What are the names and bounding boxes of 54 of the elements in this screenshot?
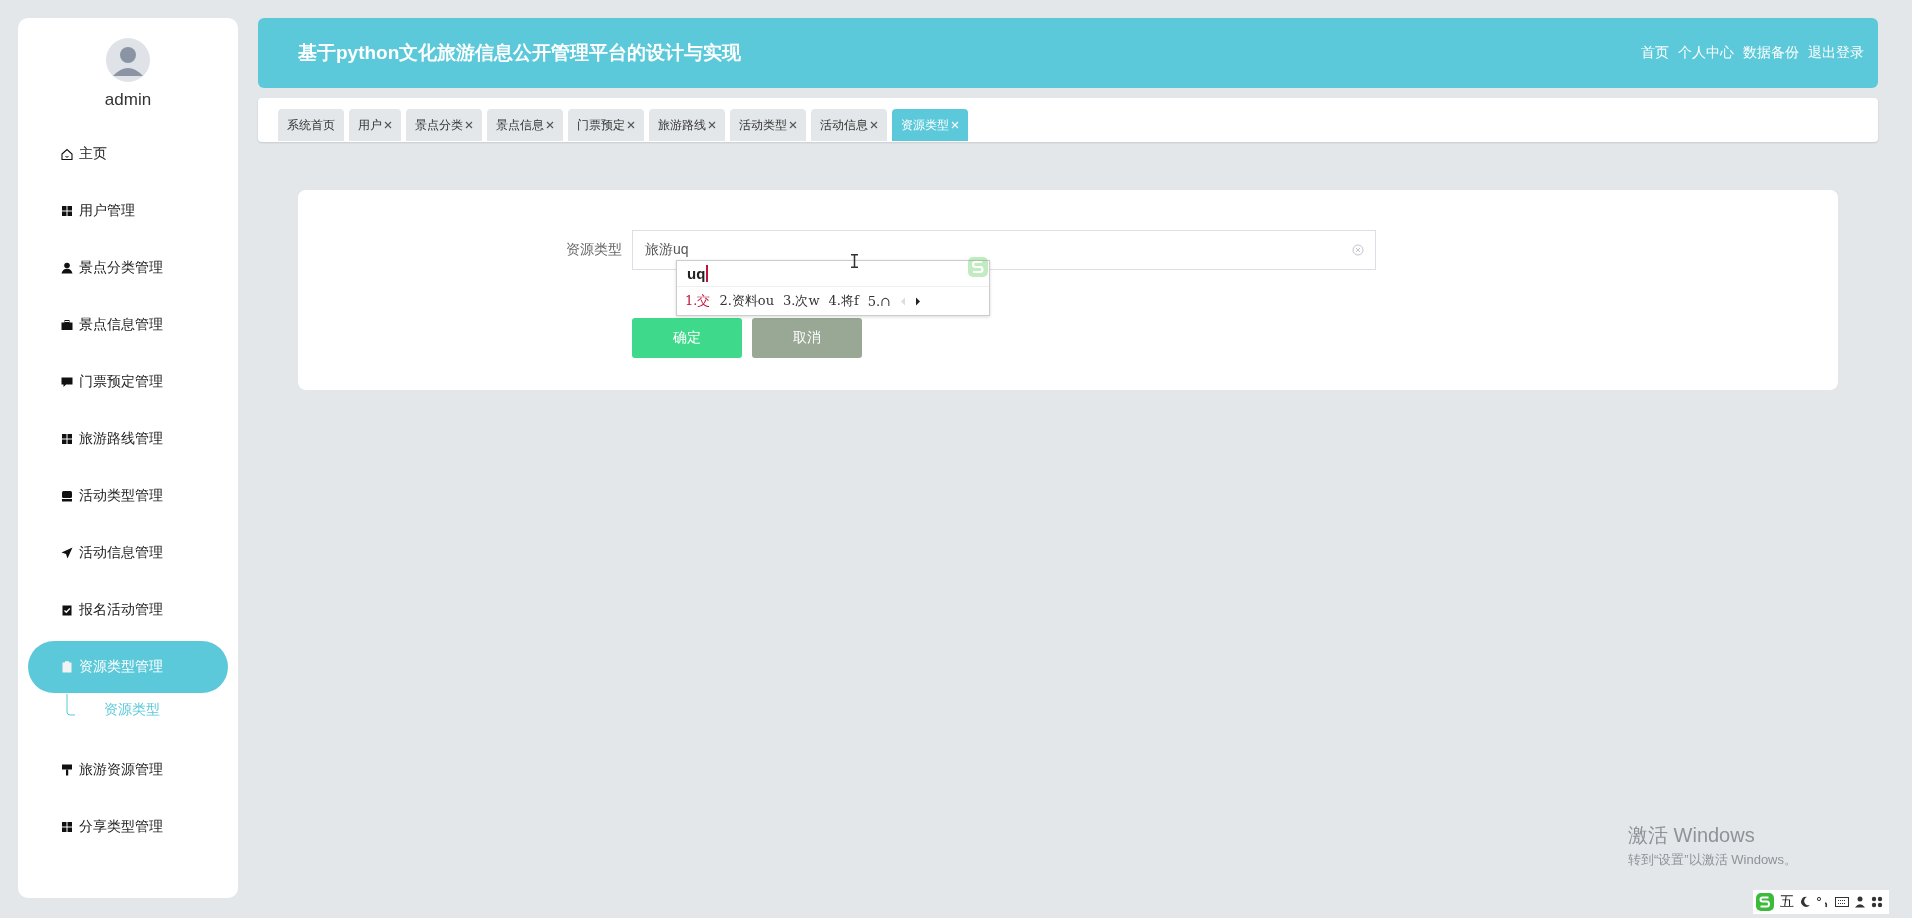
ime-candidate[interactable]: 2.资料ou xyxy=(719,292,774,310)
keyboard-icon xyxy=(1835,896,1849,908)
menu-item[interactable]: 旅游资源管理 xyxy=(28,744,228,796)
menu-item[interactable]: 活动信息管理 xyxy=(28,527,228,579)
ime-candidate[interactable]: 4.将f xyxy=(828,292,859,310)
avatar-icon xyxy=(106,38,150,82)
ime-candidate[interactable]: 5.∩ xyxy=(867,293,892,309)
briefcase-icon xyxy=(60,318,74,332)
home-icon xyxy=(60,147,74,161)
activation-text: 转到“设置”以激活 Windows。 xyxy=(1628,851,1797,869)
menu-item[interactable]: 门票预定管理 xyxy=(28,356,228,408)
menu-item[interactable]: 主页 xyxy=(28,128,228,180)
tree-line-icon xyxy=(66,694,76,716)
grid-icon xyxy=(1871,896,1883,908)
send-icon xyxy=(60,546,74,560)
clipboard-check-icon xyxy=(60,603,74,617)
tab[interactable]: 活动类型 xyxy=(730,109,806,141)
tab[interactable]: 用户 xyxy=(349,109,401,141)
punctuation-icon xyxy=(1816,896,1830,908)
ime-candidate[interactable]: 1.交 xyxy=(685,292,711,310)
arrow-right-icon xyxy=(915,296,922,306)
person-icon xyxy=(1854,896,1866,908)
menu-item[interactable]: 分享类型管理 xyxy=(28,801,228,853)
tab[interactable]: 景点信息 xyxy=(487,109,563,141)
ime-candidate[interactable]: 3.次w xyxy=(783,292,820,310)
menu-item[interactable]: 报名活动管理 xyxy=(28,584,228,636)
grid-icon xyxy=(60,820,74,834)
tab[interactable]: 旅游路线 xyxy=(649,109,725,141)
ime-mode[interactable]: 五 xyxy=(1780,893,1794,911)
app-title: 基于python文化旅游信息公开管理平台的设计与实现 xyxy=(298,41,742,65)
menu-item[interactable]: 景点信息管理 xyxy=(28,299,228,351)
grid-icon xyxy=(60,204,74,218)
tab[interactable]: 活动信息 xyxy=(811,109,887,141)
clear-icon xyxy=(1352,244,1364,256)
person-icon xyxy=(60,261,74,275)
tab[interactable]: 景点分类 xyxy=(406,109,482,141)
menu-item[interactable]: 景点分类管理 xyxy=(28,242,228,294)
tab[interactable]: 门票预定 xyxy=(568,109,644,141)
moon-icon xyxy=(1799,896,1811,908)
menu-item[interactable]: 旅游路线管理 xyxy=(28,413,228,465)
user-name: admin xyxy=(104,90,152,110)
field-label: 资源类型 xyxy=(565,241,622,259)
grid-icon xyxy=(60,432,74,446)
tray-icon xyxy=(60,489,74,503)
ime-composition: uq xyxy=(687,265,709,282)
menu-item[interactable]: 用户管理 xyxy=(28,185,228,237)
menu-item[interactable]: 活动类型管理 xyxy=(28,470,228,522)
activation-title: 激活 Windows xyxy=(1628,823,1756,848)
clipboard-icon xyxy=(60,660,74,674)
paint-roller-icon xyxy=(60,763,74,777)
text-cursor-icon xyxy=(851,254,858,268)
arrow-left-icon xyxy=(900,296,907,306)
chat-icon xyxy=(60,375,74,389)
tab[interactable]: 系统首页 xyxy=(278,109,344,141)
